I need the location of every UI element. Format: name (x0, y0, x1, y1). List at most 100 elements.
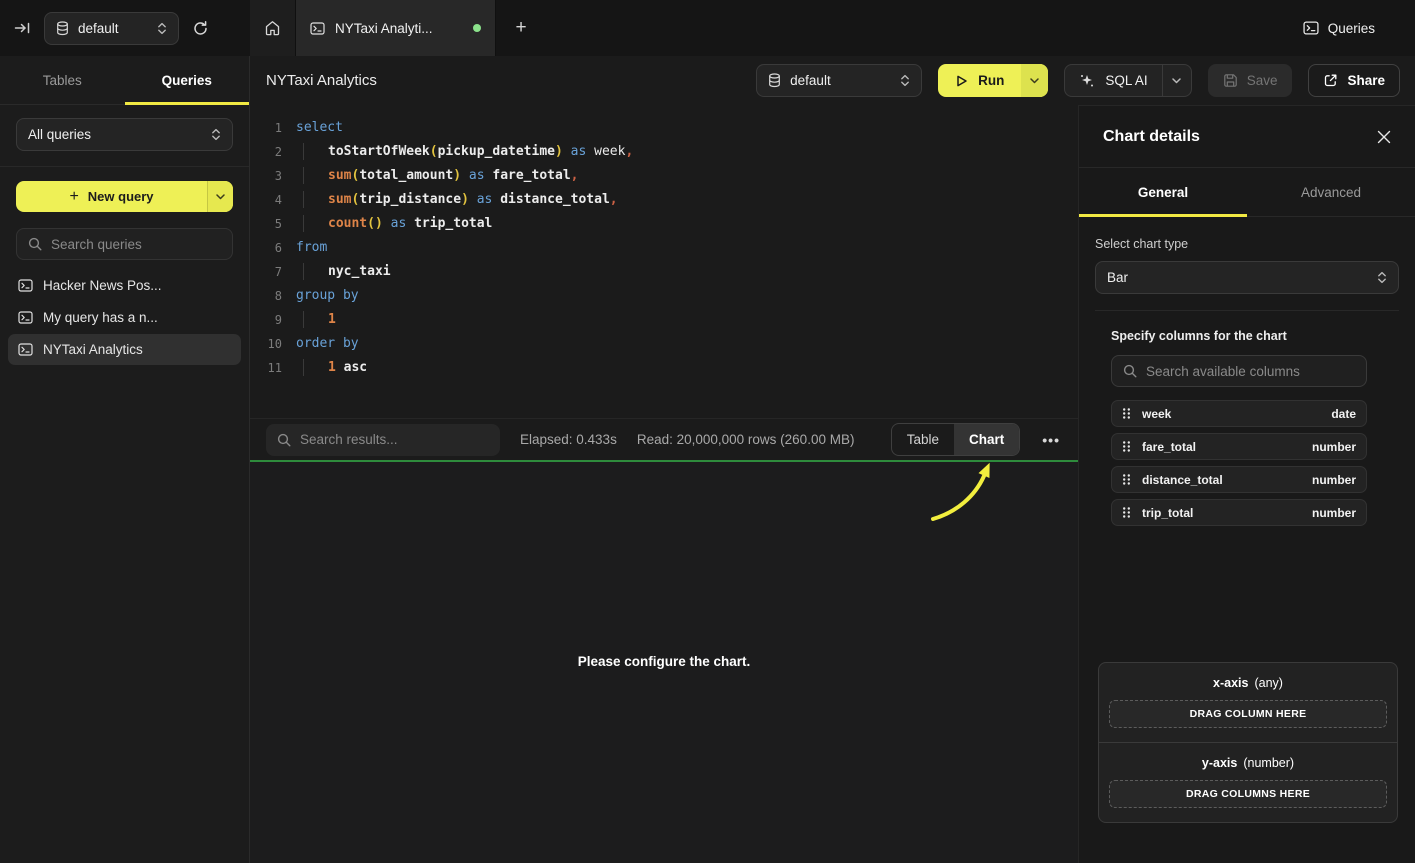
run-label: Run (978, 73, 1004, 88)
panel-header: Chart details (1079, 106, 1415, 168)
chart-type-select[interactable]: Bar (1095, 261, 1399, 294)
line-number: 5 (250, 212, 282, 236)
top-bar: default NYTaxi Analyti... + Queries (0, 0, 1415, 56)
sql-ai-button[interactable]: SQL AI (1065, 65, 1161, 96)
panel-tab-general[interactable]: General (1079, 168, 1247, 216)
y-axis-name: y-axis (1202, 756, 1237, 770)
code-text: sum(total_amount) as fare_total, (296, 164, 578, 188)
column-type: date (1331, 407, 1356, 421)
panel-body: Select chart type Bar Specify columns fo… (1079, 217, 1415, 863)
new-query-main[interactable]: + New query (16, 181, 207, 212)
sidebar-tab-tables[interactable]: Tables (0, 56, 125, 104)
share-button[interactable]: Share (1308, 64, 1400, 97)
tab-nytaxi-analytics[interactable]: NYTaxi Analyti... (296, 0, 496, 56)
close-icon[interactable] (1377, 130, 1391, 144)
search-icon (1123, 364, 1137, 378)
line-number: 9 (250, 308, 282, 332)
column-name: fare_total (1142, 440, 1196, 454)
panel-title: Chart details (1103, 128, 1200, 146)
drag-handle-icon[interactable] (1122, 407, 1131, 420)
sql-ai-dropdown[interactable] (1162, 65, 1191, 96)
more-options-icon[interactable]: ••• (1040, 432, 1062, 448)
view-toggle-chart[interactable]: Chart (954, 424, 1019, 455)
code-line: 5 count() as trip_total (250, 212, 1078, 236)
column-card-trip_total[interactable]: trip_total number (1111, 499, 1367, 526)
chart-empty-message: Please configure the chart. (250, 654, 1078, 669)
y-axis-type: (number) (1243, 756, 1294, 770)
queries-button[interactable]: Queries (1328, 21, 1375, 36)
query-list-item[interactable]: My query has a n... (8, 302, 241, 333)
query-search-input[interactable] (51, 237, 221, 252)
new-query-button[interactable]: + New query (16, 181, 233, 212)
tab-home[interactable] (250, 0, 296, 56)
columns-section-label: Specify columns for the chart (1111, 329, 1367, 343)
run-dropdown[interactable] (1021, 64, 1048, 97)
drag-handle-icon[interactable] (1122, 473, 1131, 486)
code-line: 2toStartOfWeek(pickup_datetime) as week, (250, 140, 1078, 164)
sparkle-icon (1079, 73, 1095, 89)
query-list: Hacker News Pos...My query has a n...NYT… (0, 270, 249, 365)
top-bar-left: default (0, 0, 250, 56)
results-search[interactable] (266, 424, 500, 456)
sidebar-tab-queries[interactable]: Queries (125, 56, 250, 104)
query-filter-value: All queries (28, 127, 202, 142)
run-database-value: default (790, 73, 891, 88)
new-query-dropdown[interactable] (207, 181, 233, 212)
code-line: 3 sum(total_amount) as fare_total, (250, 164, 1078, 188)
line-number: 3 (250, 164, 282, 188)
line-number: 10 (250, 332, 282, 356)
query-tab-icon (310, 22, 325, 35)
refresh-icon[interactable] (192, 20, 209, 37)
column-card-fare_total[interactable]: fare_totalnumber (1111, 433, 1367, 460)
column-card-distance_total[interactable]: distance_totalnumber (1111, 466, 1367, 493)
save-button[interactable]: Save (1208, 64, 1293, 97)
indent-guide (303, 215, 328, 232)
columns-search-input[interactable] (1146, 364, 1355, 379)
y-axis-dropzone[interactable]: DRAG COLUMNS HERE (1109, 780, 1387, 808)
drag-handle-icon[interactable] (1122, 506, 1131, 519)
results-search-input[interactable] (300, 432, 489, 447)
run-button[interactable]: Run (938, 64, 1021, 97)
query-list-item[interactable]: NYTaxi Analytics (8, 334, 241, 365)
query-search[interactable] (16, 228, 233, 260)
results-toolbar: Elapsed: 0.433s Read: 20,000,000 rows (2… (250, 418, 1078, 460)
new-tab-button[interactable]: + (496, 0, 546, 56)
view-toggle: Table Chart (891, 423, 1021, 456)
query-icon (18, 343, 33, 356)
column-name: trip_total (1142, 506, 1193, 520)
collapse-sidebar-icon[interactable] (14, 20, 31, 36)
page-title: NYTaxi Analytics (266, 72, 377, 89)
view-toggle-table[interactable]: Table (892, 424, 954, 455)
database-selector[interactable]: default (44, 12, 179, 45)
save-icon (1223, 73, 1238, 88)
tab-label: NYTaxi Analyti... (335, 21, 433, 36)
sidebar-tabs: Tables Queries (0, 56, 249, 105)
panel-tab-advanced[interactable]: Advanced (1247, 168, 1415, 216)
column-name: distance_total (1142, 473, 1223, 487)
chevron-updown-icon (211, 128, 221, 141)
database-icon (56, 21, 69, 36)
indent-guide (303, 143, 328, 160)
columns-search[interactable] (1111, 355, 1367, 387)
code-line: 8group by (250, 284, 1078, 308)
chart-details-panel: Chart details General Advanced Select ch… (1078, 105, 1415, 863)
query-filter-select[interactable]: All queries (16, 118, 233, 151)
indent-guide (303, 311, 328, 328)
code-text: toStartOfWeek(pickup_datetime) as week, (296, 140, 633, 164)
run-database-selector[interactable]: default (756, 64, 922, 97)
drag-handle-icon[interactable] (1122, 440, 1131, 453)
column-card-week[interactable]: weekdate (1111, 400, 1367, 427)
unsaved-changes-dot (473, 24, 481, 32)
share-icon (1323, 73, 1338, 88)
query-list-item[interactable]: Hacker News Pos... (8, 270, 241, 301)
y-axis-label: y-axis (number) (1109, 756, 1387, 770)
chevron-updown-icon (900, 74, 910, 87)
x-axis-dropzone[interactable]: DRAG COLUMN HERE (1109, 700, 1387, 728)
indent-guide (303, 191, 328, 208)
query-icon (18, 311, 33, 324)
editor-header: NYTaxi Analytics default Run (250, 56, 1415, 105)
column-type: number (1312, 506, 1356, 520)
code-text: count() as trip_total (296, 212, 492, 236)
line-number: 4 (250, 188, 282, 212)
sql-editor[interactable]: 1select2toStartOfWeek(pickup_datetime) a… (250, 105, 1078, 418)
